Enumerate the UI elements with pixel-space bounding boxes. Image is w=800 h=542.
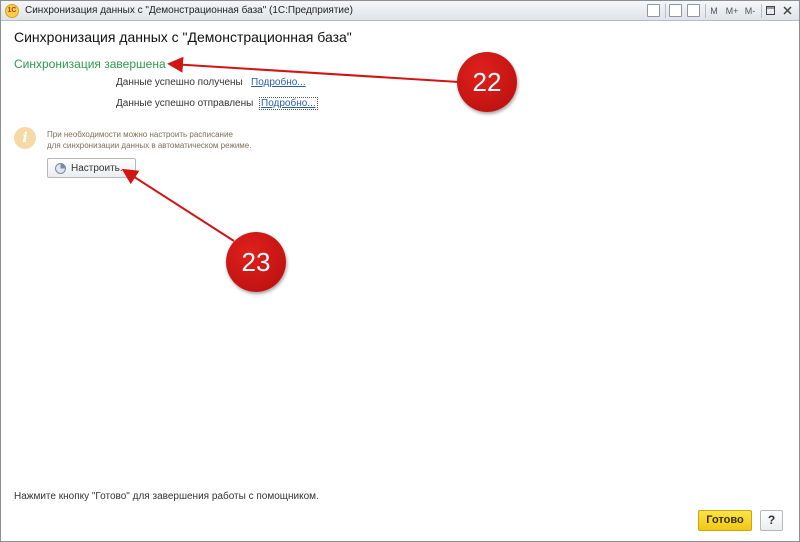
page-title: Синхронизация данных с "Демонстрационная… bbox=[14, 29, 352, 45]
sync-status: Синхронизация завершена bbox=[14, 57, 166, 71]
received-label: Данные успешно получены bbox=[116, 77, 243, 88]
done-button[interactable]: Готово bbox=[698, 510, 752, 531]
app-window: 1C Синхронизация данных с "Демонстрацион… bbox=[0, 0, 800, 542]
setup-button-label: Настроить... bbox=[71, 163, 129, 174]
callout-22: 22 bbox=[457, 52, 517, 112]
sent-details-link[interactable]: Подробно... bbox=[259, 97, 318, 110]
schedule-hint: При необходимости можно настроить распис… bbox=[47, 129, 251, 151]
calculator-icon[interactable] bbox=[669, 4, 682, 17]
sent-label: Данные успешно отправлены bbox=[116, 98, 254, 109]
toolbar-divider bbox=[705, 4, 706, 18]
schedule-hint-line2: для синхронизации данных в автоматическо… bbox=[47, 141, 252, 150]
memory-plus-button[interactable]: M+ bbox=[724, 4, 740, 18]
schedule-icon bbox=[55, 163, 66, 174]
maximize-icon[interactable] bbox=[765, 4, 775, 18]
info-icon: i bbox=[14, 127, 36, 149]
arrow-23 bbox=[121, 168, 235, 242]
app-logo-icon: 1C bbox=[5, 4, 19, 18]
calendar-icon[interactable] bbox=[687, 4, 700, 17]
toolbar-divider bbox=[665, 4, 666, 18]
print-icon[interactable] bbox=[647, 4, 660, 17]
memory-m-button[interactable]: M bbox=[709, 4, 719, 18]
title-bar: 1C Синхронизация данных с "Демонстрацион… bbox=[1, 1, 799, 21]
toolbar-divider bbox=[761, 4, 762, 18]
schedule-hint-line1: При необходимости можно настроить распис… bbox=[47, 130, 233, 139]
callout-23: 23 bbox=[226, 232, 286, 292]
window-title: Синхронизация данных с "Демонстрационная… bbox=[25, 5, 353, 16]
close-icon[interactable] bbox=[782, 4, 792, 18]
help-button[interactable]: ? bbox=[760, 510, 783, 531]
footer-hint: Нажмите кнопку "Готово" для завершения р… bbox=[14, 491, 319, 502]
setup-schedule-button[interactable]: Настроить... bbox=[47, 158, 136, 178]
received-details-link[interactable]: Подробно... bbox=[251, 77, 306, 88]
memory-minus-button[interactable]: M- bbox=[743, 4, 757, 18]
